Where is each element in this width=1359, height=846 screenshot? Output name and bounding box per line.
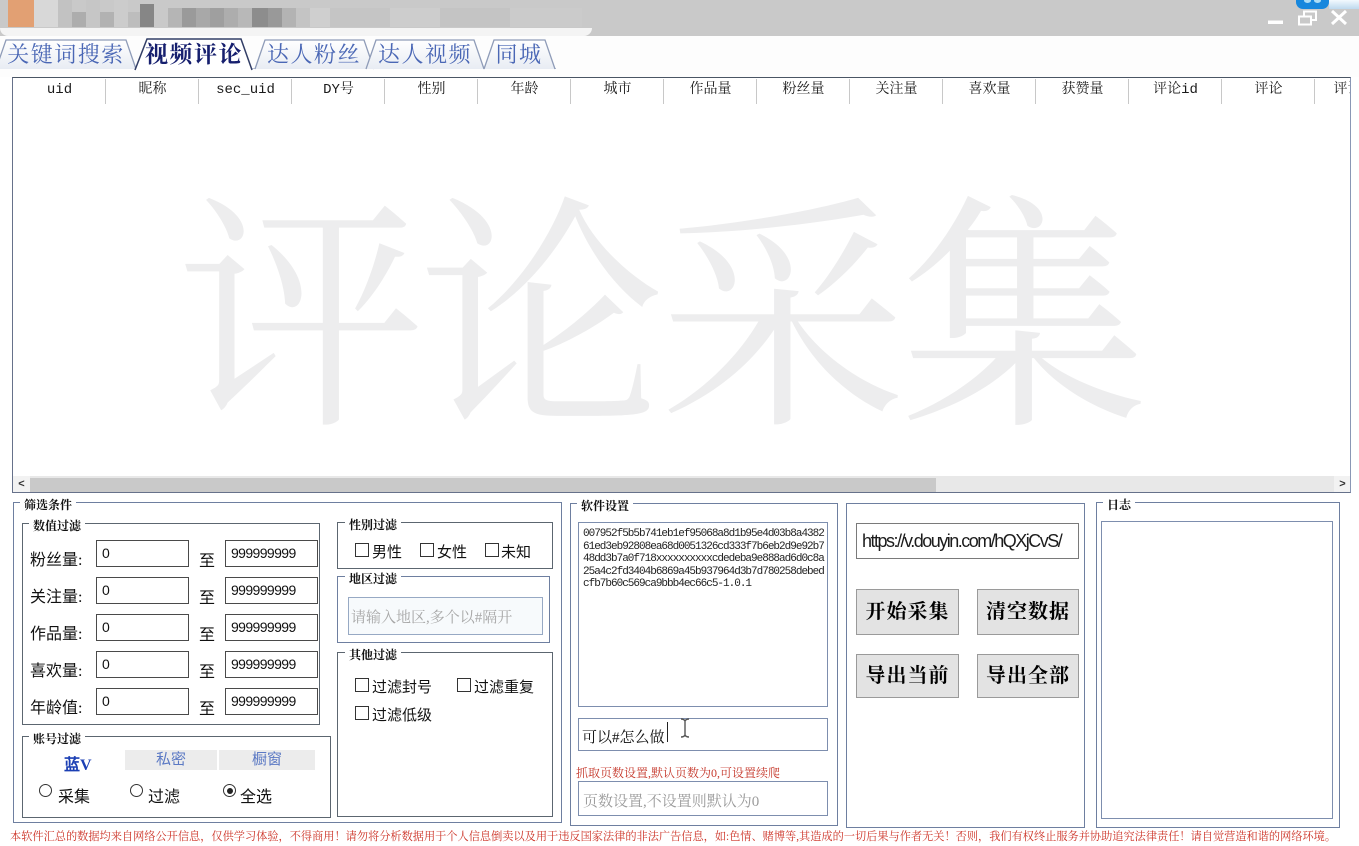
svg-text:关键词搜索: 关键词搜索: [7, 42, 125, 67]
svg-text:视频评论: 视频评论: [145, 42, 243, 67]
svg-text:达人粉丝: 达人粉丝: [267, 42, 361, 67]
svg-text:达人视频: 达人视频: [378, 42, 472, 67]
svg-text:同城: 同城: [495, 42, 542, 67]
